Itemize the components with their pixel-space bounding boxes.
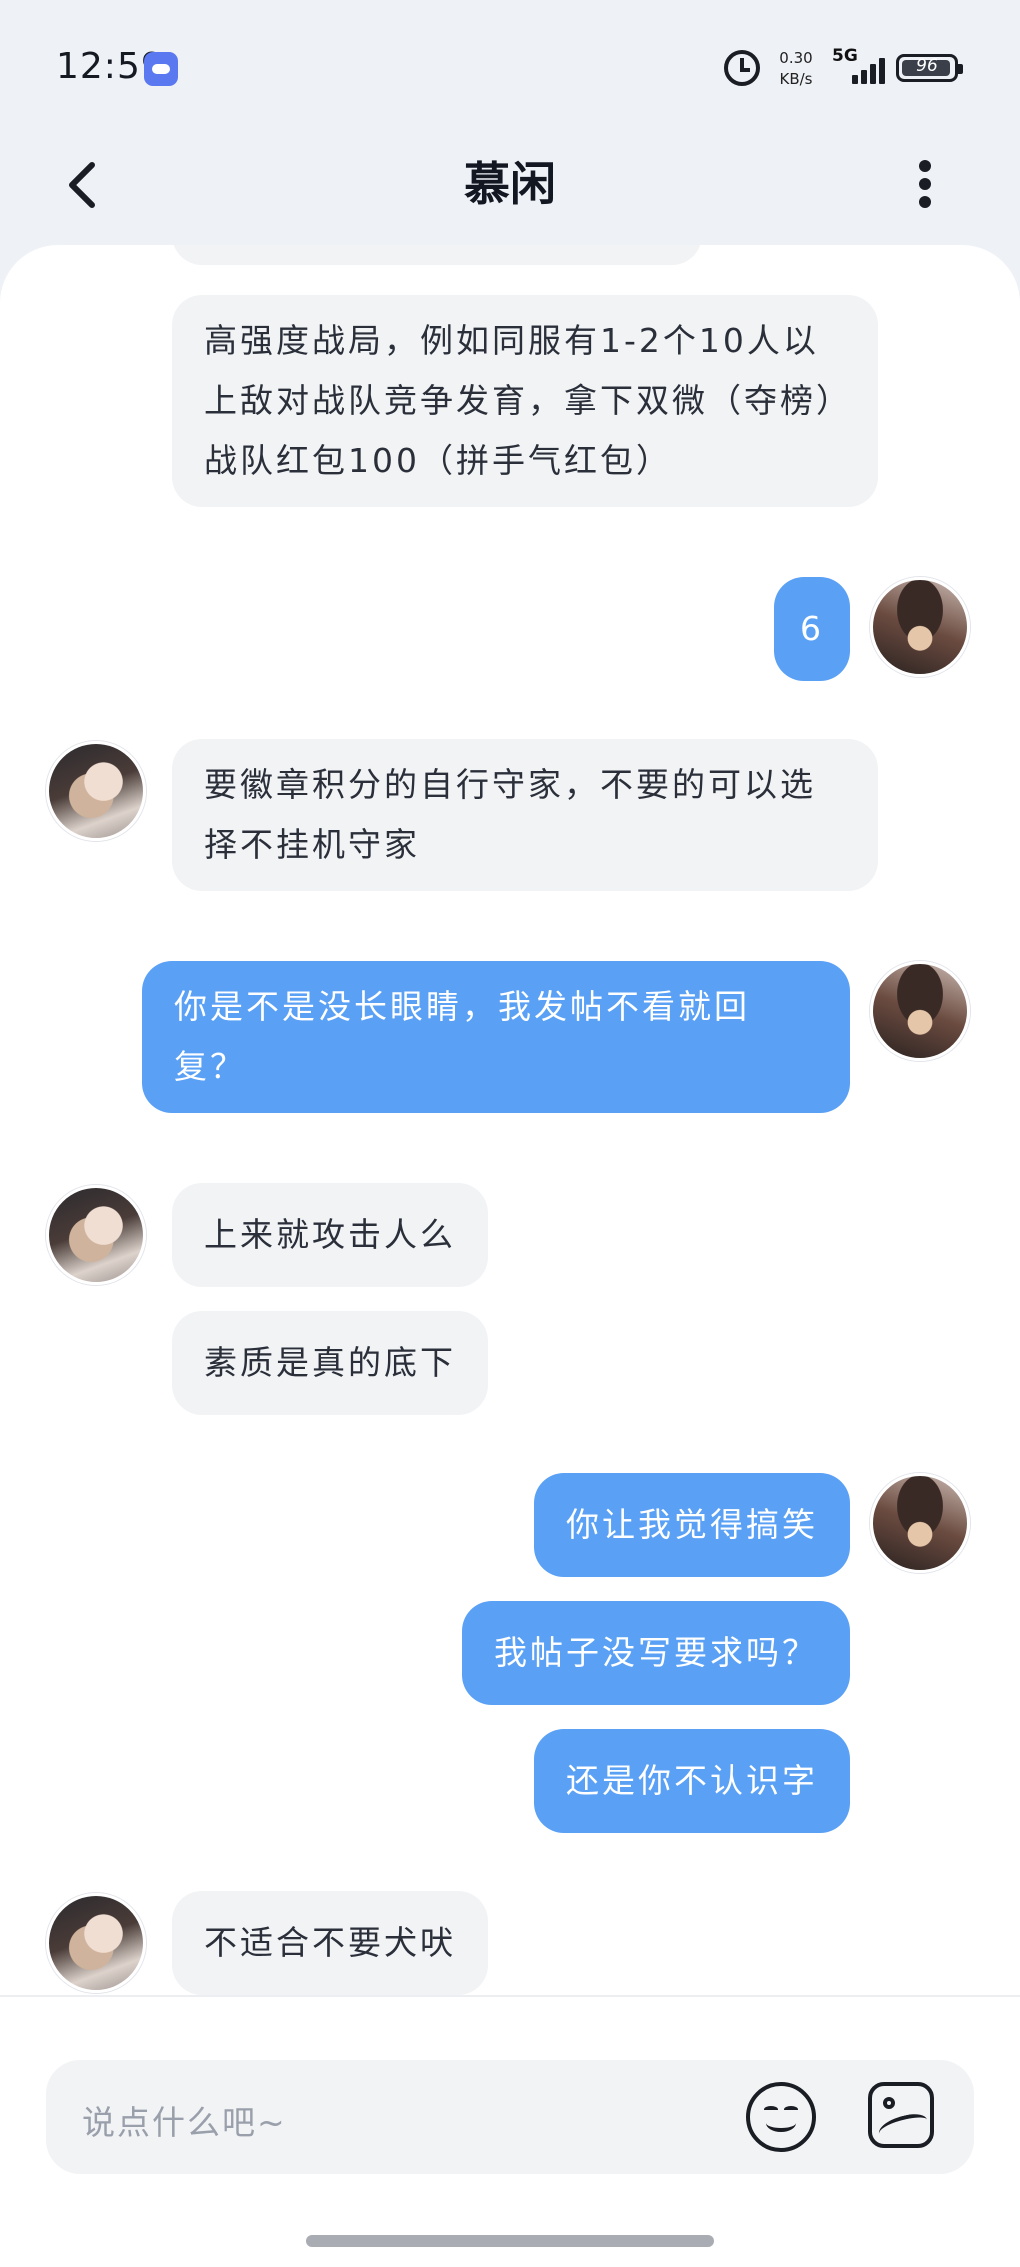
message-bubble-incoming[interactable]: 素质是真的底下 [172,1311,488,1415]
emoji-icon-eye [784,2106,798,2113]
chat-header: 慕闲 [0,130,1020,240]
home-indicator[interactable] [306,2235,714,2247]
message-bubble-partial [172,245,702,265]
contact-avatar[interactable] [46,1893,146,1993]
my-avatar[interactable] [870,1473,970,1573]
emoji-icon-mouth [766,2114,796,2132]
message-bubble-outgoing[interactable]: 6 [774,577,850,681]
input-placeholder: 说点什么吧~ [82,2103,287,2142]
message-bubble-outgoing[interactable]: 我帖子没写要求吗？ [462,1601,850,1705]
image-button[interactable] [868,2082,934,2148]
battery-percent: 96 [916,56,938,76]
message-bubble-outgoing[interactable]: 还是你不认识字 [534,1729,850,1833]
message-input-bar: 说点什么吧~ [0,1995,1020,2267]
emoji-icon [764,2106,778,2113]
battery-icon: 96 [896,54,963,82]
emoji-button[interactable] [746,2082,816,2152]
more-vertical-icon-dot [919,196,931,208]
more-options-button[interactable] [906,154,946,214]
signal-icon [852,56,888,84]
my-avatar[interactable] [870,577,970,677]
message-bubble-incoming[interactable]: 不适合不要犬吠 [172,1891,488,1995]
my-avatar[interactable] [870,961,970,1061]
message-input[interactable]: 说点什么吧~ [46,2060,974,2174]
alarm-icon [724,50,760,86]
message-bubble-outgoing[interactable]: 你是不是没长眼睛，我发帖不看就回复？ [142,961,850,1113]
image-icon-landscape [876,2111,930,2143]
app-notification-icon [144,52,178,86]
message-bubble-incoming[interactable]: 要徽章积分的自行守家，不要的可以选择不挂机守家 [172,739,878,891]
message-bubble-incoming[interactable]: 高强度战局，例如同服有1-2个10人以上敌对战队竞争发育，拿下双微（夺榜）战队红… [172,295,878,507]
network-speed: 0.30 [779,49,813,67]
page-title: 慕闲 [464,157,556,211]
message-bubble-incoming[interactable]: 上来就攻击人么 [172,1183,488,1287]
contact-avatar[interactable] [46,741,146,841]
chat-message-list[interactable]: 高强度战局，例如同服有1-2个10人以上敌对战队竞争发育，拿下双微（夺榜）战队红… [0,245,1020,1995]
contact-avatar[interactable] [46,1185,146,1285]
message-bubble-outgoing[interactable]: 你让我觉得搞笑 [534,1473,850,1577]
status-bar: 12:59 0.30 KB/s 5G 96 [0,0,1020,130]
image-icon [883,2097,895,2109]
network-speed-unit: KB/s [779,70,813,88]
more-vertical-icon-dot [919,178,931,190]
more-vertical-icon [919,160,931,172]
